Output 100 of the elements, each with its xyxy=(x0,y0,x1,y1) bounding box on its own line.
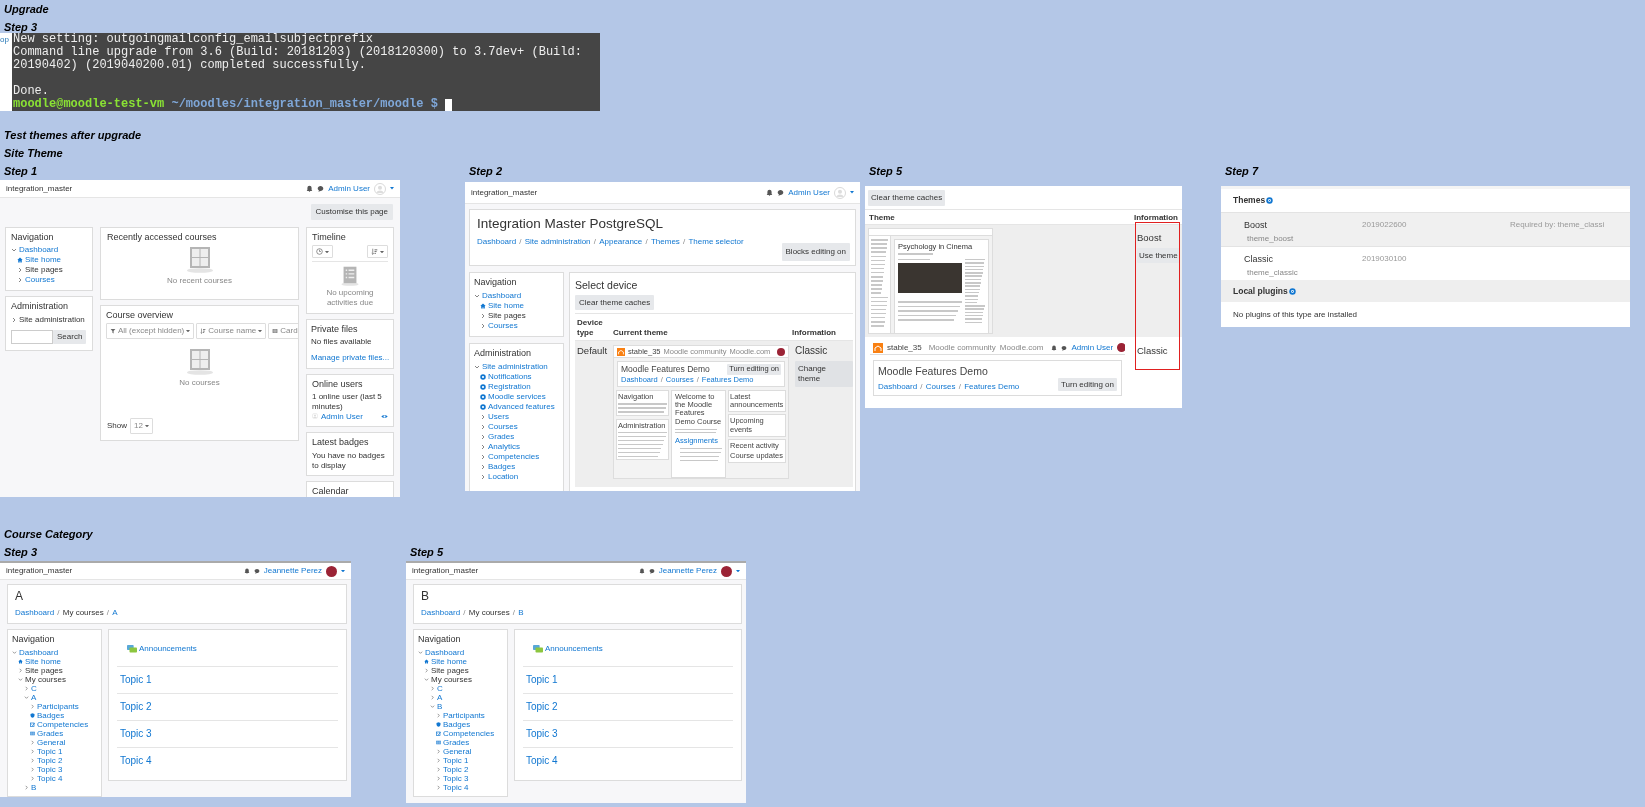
nav-link[interactable]: Courses xyxy=(488,421,518,432)
nav-link[interactable]: Dashboard xyxy=(19,245,59,256)
nav-link[interactable]: Badges xyxy=(443,719,471,729)
nav-link[interactable]: Topic 1 xyxy=(37,746,63,756)
breadcrumb-link[interactable]: Dashboard xyxy=(477,237,517,247)
nav-item[interactable]: Site pages xyxy=(25,665,63,675)
nav-link[interactable]: Participants xyxy=(443,710,485,720)
nav-link[interactable]: Topic 4 xyxy=(37,773,63,783)
avatar[interactable] xyxy=(326,565,337,577)
nav-item[interactable]: My courses xyxy=(431,674,472,684)
chevron-right-icon[interactable] xyxy=(436,766,441,772)
edit-mode-button[interactable]: Turn editing on xyxy=(1057,377,1117,392)
nav-link[interactable]: Site home xyxy=(25,656,62,666)
chevron-right-icon[interactable] xyxy=(24,784,29,790)
avatar[interactable] xyxy=(777,347,785,356)
breadcrumb-link[interactable]: Dashboard xyxy=(878,381,918,392)
user-name-link[interactable]: Admin User xyxy=(1071,342,1114,353)
nav-link[interactable]: C xyxy=(31,683,37,693)
chevron-right-icon[interactable] xyxy=(480,413,486,420)
topic-link[interactable]: Topic 1 xyxy=(526,674,558,685)
nav-link[interactable]: Courses xyxy=(25,275,55,286)
nav-link[interactable]: Topic 1 xyxy=(443,755,469,765)
nav-link[interactable]: Analytics xyxy=(488,441,520,452)
nav-item[interactable]: Site pages xyxy=(488,310,526,321)
breadcrumb-link[interactable]: Appearance xyxy=(599,237,643,247)
chevron-right-icon[interactable] xyxy=(436,757,441,763)
chevron-right-icon[interactable] xyxy=(480,473,486,480)
customise-page-button[interactable]: Customise this page xyxy=(310,204,393,220)
chevron-right-icon[interactable] xyxy=(30,703,35,709)
breadcrumb-link[interactable]: B xyxy=(518,608,524,618)
chevron-down-icon[interactable] xyxy=(430,703,435,709)
avatar[interactable] xyxy=(1117,343,1125,353)
chevron-right-icon[interactable] xyxy=(480,463,486,470)
nav-link[interactable]: B xyxy=(31,782,37,792)
site-name[interactable]: integration_master xyxy=(6,183,73,194)
site-name[interactable]: integration_master xyxy=(412,566,479,576)
chevron-right-icon[interactable] xyxy=(430,694,435,700)
nav-item[interactable]: Site pages xyxy=(431,665,469,675)
site-name[interactable]: integration_master xyxy=(471,187,538,198)
topic-link[interactable]: Topic 4 xyxy=(526,755,558,766)
nav-link[interactable]: Competencies xyxy=(488,451,540,462)
dropdown-button[interactable]: 12 xyxy=(130,418,153,434)
chat-icon[interactable] xyxy=(648,568,655,574)
breadcrumb-link[interactable]: Themes xyxy=(650,237,680,247)
menu-link[interactable]: Moodle.com xyxy=(999,342,1044,353)
chat-icon[interactable] xyxy=(317,185,325,192)
chat-icon[interactable] xyxy=(253,568,260,574)
breadcrumb-link[interactable]: Courses xyxy=(925,381,956,392)
nav-link[interactable]: Site home xyxy=(488,300,525,311)
chevron-right-icon[interactable] xyxy=(480,433,486,440)
chevron-right-icon[interactable] xyxy=(11,317,17,324)
dropdown-button[interactable]: Card xyxy=(268,323,298,339)
nav-link[interactable]: Notifications xyxy=(488,371,532,382)
nav-link[interactable]: A xyxy=(437,692,443,702)
nav-item[interactable]: Site pages xyxy=(25,265,63,276)
chevron-right-icon[interactable] xyxy=(480,312,486,319)
manage-files-link[interactable]: Manage private files... xyxy=(311,352,389,363)
use-theme-button[interactable]: Use theme xyxy=(1137,247,1180,264)
user-name-link[interactable]: Jeannette Perez xyxy=(263,566,322,576)
user-name-link[interactable]: Jeannette Perez xyxy=(658,566,717,576)
search-field[interactable] xyxy=(11,330,53,345)
chevron-right-icon[interactable] xyxy=(436,712,441,718)
chevron-right-icon[interactable] xyxy=(30,748,35,754)
avatar[interactable] xyxy=(721,565,732,577)
bell-icon[interactable] xyxy=(243,568,250,574)
chat-icon[interactable] xyxy=(777,189,785,196)
chevron-down-icon[interactable] xyxy=(12,649,17,655)
change-theme-button[interactable]: Change theme xyxy=(795,361,853,387)
nav-link[interactable]: Badges xyxy=(488,461,516,472)
breadcrumb-link[interactable]: Theme selector xyxy=(688,237,744,247)
dropdown-button[interactable]: All (except hidden) xyxy=(106,323,195,339)
nav-item[interactable]: Site administration xyxy=(19,315,85,326)
search-button[interactable]: Search xyxy=(53,330,87,345)
chevron-down-icon[interactable] xyxy=(474,292,480,299)
chevron-right-icon[interactable] xyxy=(480,443,486,450)
chevron-right-icon[interactable] xyxy=(430,685,435,691)
blocks-editing-button[interactable]: Blocks editing on xyxy=(781,243,850,261)
nav-link[interactable]: Registration xyxy=(488,381,531,392)
clear-caches-button[interactable]: Clear theme caches xyxy=(868,190,946,206)
chevron-right-icon[interactable] xyxy=(30,766,35,772)
chevron-right-icon[interactable] xyxy=(30,775,35,781)
breadcrumb-link[interactable]: Dashboard xyxy=(421,608,461,618)
topic-link[interactable]: Topic 1 xyxy=(120,674,152,685)
nav-link[interactable]: Participants xyxy=(37,701,79,711)
chevron-right-icon[interactable] xyxy=(436,748,441,754)
topic-link[interactable]: Topic 3 xyxy=(120,728,152,739)
topic-link[interactable]: Topic 4 xyxy=(120,755,152,766)
dropdown-button[interactable] xyxy=(312,245,333,259)
nav-link[interactable]: Site home xyxy=(431,656,468,666)
site-name[interactable]: integration_master xyxy=(6,566,73,576)
topic-link[interactable]: Topic 2 xyxy=(120,701,152,712)
chevron-right-icon[interactable] xyxy=(480,453,486,460)
chevron-right-icon[interactable] xyxy=(480,322,486,329)
dropdown-button[interactable]: Course name xyxy=(196,323,267,339)
breadcrumb-link[interactable]: A xyxy=(112,608,118,618)
chevron-right-icon[interactable] xyxy=(424,667,429,673)
chevron-down-icon[interactable] xyxy=(24,694,29,700)
nav-link[interactable]: A xyxy=(31,692,37,702)
nav-link[interactable]: Grades xyxy=(488,431,515,442)
breadcrumb-link[interactable]: Site administration xyxy=(524,237,591,247)
